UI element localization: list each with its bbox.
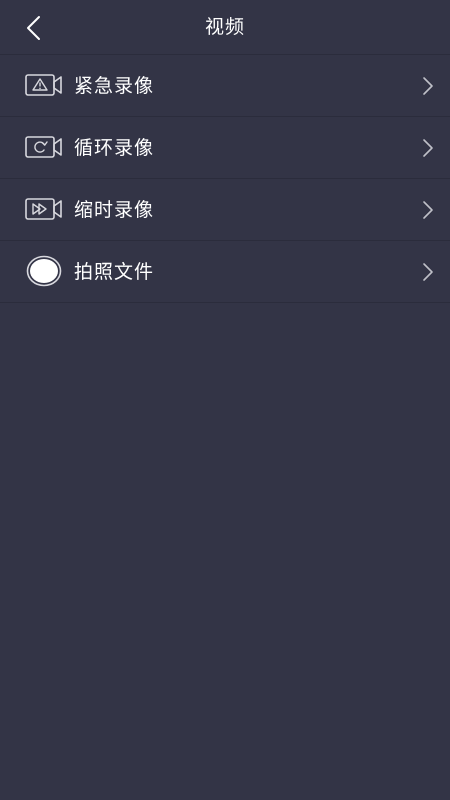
chevron-right-icon — [420, 261, 436, 283]
nav-header: 视频 — [0, 0, 450, 55]
video-screen: 视频 紧急录像 循环录像 缩时录像 拍照文件 — [0, 0, 450, 800]
photo-circle-icon — [24, 255, 64, 287]
chevron-right-icon — [420, 199, 436, 221]
emergency-camera-icon — [24, 70, 64, 100]
menu-item-label: 缩时录像 — [74, 199, 155, 221]
menu-item-photo-files[interactable]: 拍照文件 — [0, 241, 450, 303]
menu-item-label: 拍照文件 — [74, 261, 155, 283]
timelapse-camera-icon — [24, 194, 64, 224]
menu-item-label: 循环录像 — [74, 137, 155, 159]
chevron-right-icon — [420, 137, 436, 159]
menu-item-loop-recording[interactable]: 循环录像 — [0, 117, 450, 179]
chevron-right-icon — [420, 75, 436, 97]
page-title: 视频 — [204, 16, 245, 38]
menu-item-label: 紧急录像 — [74, 75, 155, 97]
video-menu-list: 紧急录像 循环录像 缩时录像 拍照文件 — [0, 55, 450, 303]
menu-item-timelapse-recording[interactable]: 缩时录像 — [0, 179, 450, 241]
menu-item-emergency-recording[interactable]: 紧急录像 — [0, 55, 450, 117]
loop-camera-icon — [24, 132, 64, 162]
